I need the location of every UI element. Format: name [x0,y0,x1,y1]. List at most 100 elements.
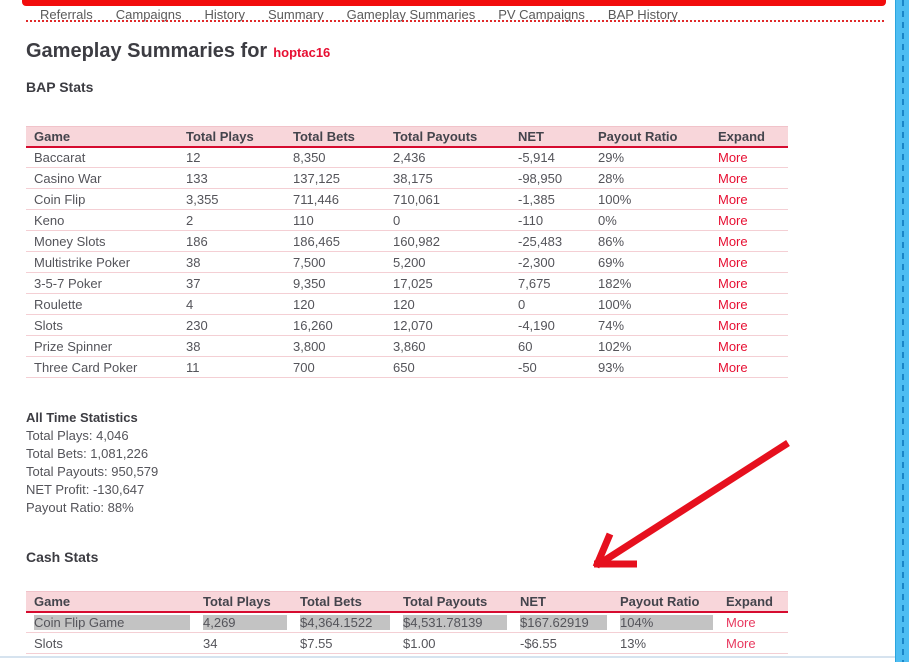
table-cell: -2,300 [510,251,590,273]
expand-more-link[interactable]: More [718,234,748,249]
table-row: Keno 2 110 0 -110 0% More [26,209,788,231]
table-cell: -98,950 [510,167,590,189]
table-row: Coin Flip 3,355 711,446 710,061 -1,385 100% Mo… [26,188,788,210]
table-cell: 28% [590,167,710,189]
table-cell-expand: More [710,167,788,189]
table-cell: 86% [590,230,710,252]
table-cell-expand: More [710,188,788,210]
table-cell: 38,175 [385,167,510,189]
table-cell: 100% [590,293,710,315]
table-cell: 110 [285,209,385,231]
table-cell: 7,500 [285,251,385,273]
expand-more-link[interactable]: More [718,213,748,228]
table-cell: 34 [195,632,292,654]
expand-more-link[interactable]: More [718,192,748,207]
col-header-total-payouts: Total Payouts [395,591,512,613]
table-cell-expand: More [710,209,788,231]
table-cell: 3-5-7 Poker [26,272,178,294]
col-header-total-plays: Total Plays [178,126,285,148]
table-cell: 230 [178,314,285,336]
table-cell: $167.62919 [512,611,612,633]
table-cell: Casino War [26,167,178,189]
col-header-total-bets: Total Bets [285,126,385,148]
table-row: Baccarat 12 8,350 2,436 -5,914 29% More [26,146,788,168]
username-label: hoptac16 [273,45,331,60]
table-cell-expand: More [710,293,788,315]
table-cell-expand: More [710,356,788,378]
table-cell-expand: More [710,230,788,252]
expand-more-link[interactable]: More [718,276,748,291]
col-header-expand: Expand [718,591,788,613]
table-cell: $4,531.78139 [395,611,512,633]
table-cell-expand: More [710,146,788,168]
table-header-row: Game Total Plays Total Bets Total Payout… [26,591,788,613]
table-cell: Coin Flip Game [26,611,195,633]
dotted-divider [26,20,884,22]
table-cell-expand: More [710,251,788,273]
table-cell: 5,200 [385,251,510,273]
table-cell: $1.00 [395,632,512,654]
table-cell: 29% [590,146,710,168]
col-header-total-plays: Total Plays [195,591,292,613]
table-cell-expand: More [710,272,788,294]
window-bottom-edge [0,656,909,658]
table-cell: 17,025 [385,272,510,294]
table-cell: 69% [590,251,710,273]
selection-dashed-line [902,0,904,662]
table-cell: 38 [178,335,285,357]
table-cell: Three Card Poker [26,356,178,378]
table-row: 3-5-7 Poker 37 9,350 17,025 7,675 182% More [26,272,788,294]
table-cell: 37 [178,272,285,294]
table-row: Casino War 133 137,125 38,175 -98,950 28% More [26,167,788,189]
col-header-total-bets: Total Bets [292,591,395,613]
table-cell: -1,385 [510,188,590,210]
table-cell: 12 [178,146,285,168]
table-cell-expand: More [718,632,788,654]
expand-more-link[interactable]: More [718,150,748,165]
table-cell: 8,350 [285,146,385,168]
top-red-bar [22,0,886,6]
table-cell: 700 [285,356,385,378]
expand-more-link[interactable]: More [726,615,756,630]
bap-stats-table: Game Total Plays Total Bets Total Payout… [26,126,788,378]
table-cell: 93% [590,356,710,378]
all-time-total-plays: Total Plays: 4,046 [26,428,129,443]
expand-more-link[interactable]: More [718,339,748,354]
cash-stats-table: Game Total Plays Total Bets Total Payout… [26,591,788,654]
table-row: Three Card Poker 11 700 650 -50 93% More [26,356,788,378]
table-cell: 186,465 [285,230,385,252]
table-cell: 133 [178,167,285,189]
col-header-game: Game [26,591,195,613]
table-row: Multistrike Poker 38 7,500 5,200 -2,300 69% Mo… [26,251,788,273]
all-time-heading: All Time Statistics [26,410,138,425]
table-cell: Slots [26,632,195,654]
right-selection-strip [895,0,909,662]
col-header-payout-ratio: Payout Ratio [612,591,718,613]
all-time-total-payouts: Total Payouts: 950,579 [26,464,159,479]
page-title-text: Gameplay Summaries for [26,40,268,62]
table-cell: Roulette [26,293,178,315]
table-cell: 182% [590,272,710,294]
table-cell: 12,070 [385,314,510,336]
table-row: Prize Spinner 38 3,800 3,860 60 102% More [26,335,788,357]
col-header-net: NET [512,591,612,613]
expand-more-link[interactable]: More [718,171,748,186]
table-cell: 102% [590,335,710,357]
expand-more-link[interactable]: More [726,636,756,651]
col-header-payout-ratio: Payout Ratio [590,126,710,148]
expand-more-link[interactable]: More [718,297,748,312]
table-cell: 0 [510,293,590,315]
table-cell: 104% [612,611,718,633]
table-cell: 711,446 [285,188,385,210]
expand-more-link[interactable]: More [718,318,748,333]
table-cell: -25,483 [510,230,590,252]
table-cell-expand: More [718,611,788,633]
col-header-game: Game [26,126,178,148]
table-cell: -50 [510,356,590,378]
table-cell: -$6.55 [512,632,612,654]
table-cell: 11 [178,356,285,378]
expand-more-link[interactable]: More [718,255,748,270]
table-row: Slots 230 16,260 12,070 -4,190 74% More [26,314,788,336]
expand-more-link[interactable]: More [718,360,748,375]
table-cell: Prize Spinner [26,335,178,357]
